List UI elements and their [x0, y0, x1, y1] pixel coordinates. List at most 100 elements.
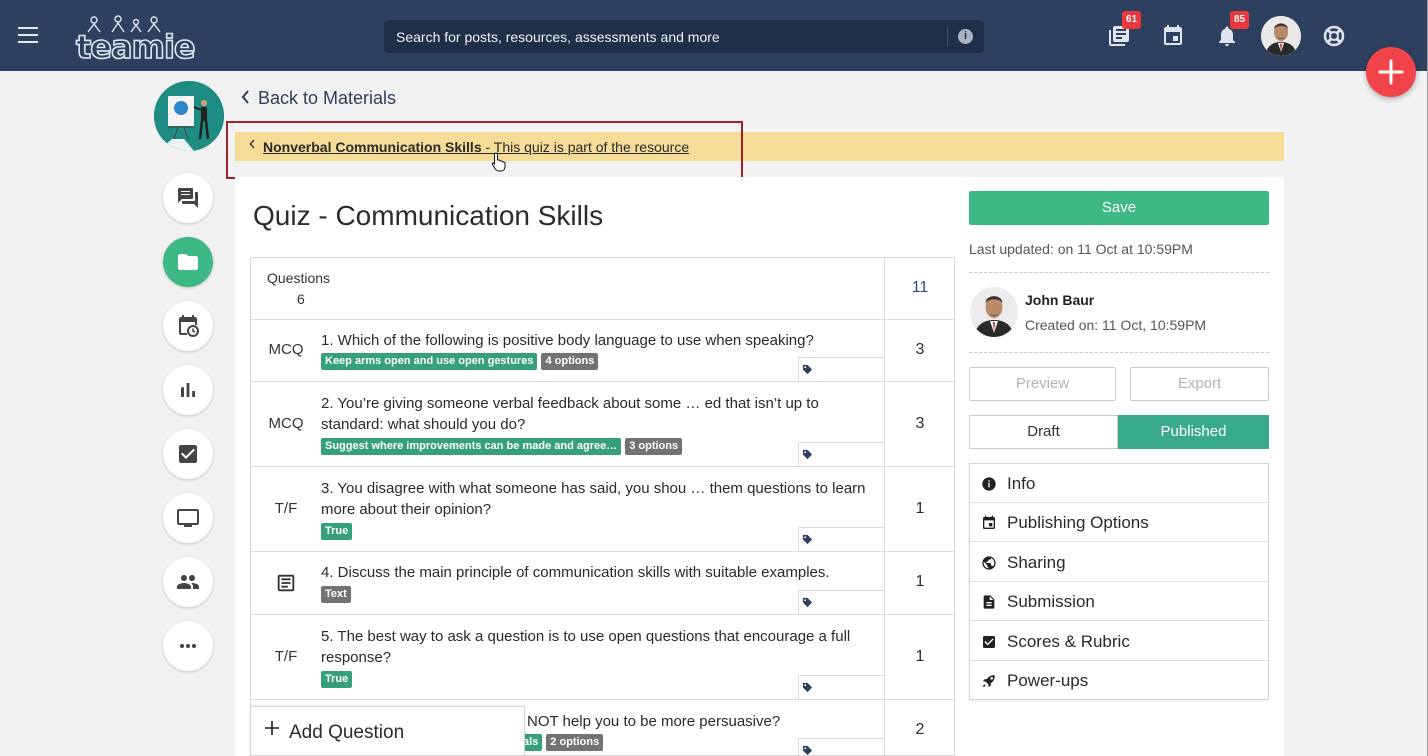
question-tags: als 2 options — [519, 734, 607, 752]
info-icon — [982, 477, 996, 491]
question-type: MCQ — [268, 341, 304, 358]
add-question-button[interactable]: Add Question — [250, 706, 525, 756]
score-column: 1 — [884, 552, 954, 614]
rail-schedule-button[interactable] — [163, 301, 213, 351]
rail-more-button[interactable] — [163, 621, 213, 671]
question-row[interactable]: T/F 5. The best way to ask a question is… — [251, 615, 954, 700]
export-button[interactable]: Export — [1130, 367, 1269, 401]
answer-tag: Keep arms open and use open gestures — [321, 353, 538, 370]
tag-button[interactable] — [798, 675, 885, 699]
tag-button[interactable] — [798, 590, 885, 614]
rail-materials-button[interactable] — [163, 237, 213, 287]
calendar-clock-icon — [179, 315, 199, 337]
question-type: MCQ — [268, 415, 304, 432]
question-tags: Keep arms open and use open gestures 4 op… — [321, 353, 602, 371]
teamie-logo[interactable]: teamie — [75, 14, 196, 67]
add-new-button[interactable] — [1366, 47, 1416, 97]
menu-item-publishing-options[interactable]: Publishing Options — [970, 503, 1268, 542]
created-on-text: Created on: 11 Oct, 10:59PM — [1025, 317, 1207, 333]
questions-label: Questions — [267, 270, 331, 286]
options-tag: 4 options — [541, 353, 599, 370]
monitor-icon — [177, 509, 199, 527]
plus-icon — [264, 716, 280, 742]
question-score: 1 — [915, 500, 925, 517]
question-text[interactable]: 4. Discuss the main principle of communi… — [321, 562, 876, 583]
question-text[interactable]: 2. You’re giving someone verbal feedback… — [321, 393, 876, 435]
tag-button[interactable] — [798, 738, 885, 755]
question-score: 3 — [915, 341, 925, 358]
calendar-icon[interactable] — [1161, 24, 1185, 48]
preview-button[interactable]: Preview — [969, 367, 1116, 401]
question-text[interactable]: 1. Which of the following is positive bo… — [321, 330, 876, 351]
question-row[interactable]: MCQ 2. You’re giving someone verbal feed… — [251, 382, 954, 467]
questions-table: Questions 6 11 MCQ 1. Which of the follo… — [250, 257, 955, 756]
menu-item-info[interactable]: Info — [970, 464, 1268, 503]
question-tags: True — [321, 523, 356, 541]
question-text[interactable]: 3. You disagree with what someone has sa… — [321, 478, 876, 520]
user-avatar[interactable] — [1261, 16, 1301, 56]
menu-icon[interactable] — [18, 27, 38, 43]
document-icon — [277, 574, 295, 592]
menu-item-sharing[interactable]: Sharing — [970, 543, 1268, 582]
folder-icon — [178, 254, 198, 270]
chat-icon — [178, 188, 198, 208]
question-text[interactable]: 5. The best way to ask a question is to … — [321, 626, 876, 668]
plus-icon — [1378, 59, 1404, 85]
tag-icon — [802, 682, 813, 693]
question-tags: Suggest where improvements can be made a… — [321, 438, 686, 456]
quiz-title: Quiz - Communication Skills — [253, 200, 604, 231]
tag-icon — [802, 364, 813, 375]
rail-assessments-button[interactable] — [163, 429, 213, 479]
course-thumbnail[interactable] — [154, 81, 224, 151]
draft-toggle[interactable]: Draft — [969, 415, 1118, 449]
tag-button[interactable] — [798, 442, 885, 466]
save-button[interactable]: Save — [969, 191, 1269, 225]
question-type: T/F — [274, 648, 298, 665]
menu-item-label: Submission — [1007, 592, 1095, 611]
tag-icon — [802, 597, 813, 608]
question-row[interactable]: MCQ 1. Which of the following is positiv… — [251, 320, 954, 382]
tag-button[interactable] — [798, 357, 885, 381]
question-tags: Text — [321, 586, 355, 604]
tag-button[interactable] — [798, 527, 885, 551]
settings-menu: Info Publishing Options Sharing Submissi… — [969, 463, 1269, 700]
logo-text: teamie — [75, 27, 196, 67]
calendar-icon — [983, 515, 995, 529]
menu-item-label: Power-ups — [1007, 671, 1089, 690]
rail-analytics-button[interactable] — [163, 365, 213, 415]
people-icon — [177, 575, 199, 589]
question-row[interactable]: T/F 3. You disagree with what someone ha… — [251, 467, 954, 552]
rocket-icon — [983, 675, 995, 687]
published-toggle[interactable]: Published — [1118, 415, 1269, 449]
rail-discussion-button[interactable] — [163, 173, 213, 223]
info-icon[interactable]: i — [958, 29, 973, 44]
back-to-materials-link[interactable]: Back to Materials — [241, 88, 396, 109]
author-avatar — [970, 287, 1018, 337]
menu-item-power-ups[interactable]: Power-ups — [970, 661, 1268, 700]
highlight-box — [226, 121, 743, 179]
help-lifebuoy-icon[interactable] — [1322, 24, 1346, 48]
question-tags: True — [321, 671, 356, 689]
rail-classroom-button[interactable] — [163, 493, 213, 543]
score-column: 1 — [884, 615, 954, 699]
rail-members-button[interactable] — [163, 557, 213, 607]
menu-item-label: Sharing — [1007, 553, 1066, 572]
questions-header-row: Questions 6 11 — [251, 258, 954, 320]
score-column: 11 — [884, 258, 954, 319]
search-bar[interactable]: Search for posts, resources, assessments… — [384, 20, 984, 53]
answer-tag: True — [321, 671, 353, 688]
question-row[interactable]: 4. Discuss the main principle of communi… — [251, 552, 954, 615]
last-updated-text: Last updated: on 11 Oct at 10:59PM — [969, 241, 1193, 257]
menu-item-submission[interactable]: Submission — [970, 582, 1268, 621]
search-input[interactable]: Search for posts, resources, assessments… — [396, 29, 720, 45]
tag-icon — [802, 745, 813, 755]
tag-icon — [802, 449, 813, 460]
menu-item-label: Info — [1007, 474, 1036, 493]
question-score: 1 — [915, 573, 925, 590]
divider — [969, 352, 1269, 353]
checkbox-icon — [983, 636, 995, 648]
notifications-count-badge: 85 — [1230, 11, 1250, 29]
bar-chart-icon — [181, 383, 195, 397]
checkbox-icon — [179, 445, 197, 463]
menu-item-scores-rubric[interactable]: Scores & Rubric — [970, 622, 1268, 661]
